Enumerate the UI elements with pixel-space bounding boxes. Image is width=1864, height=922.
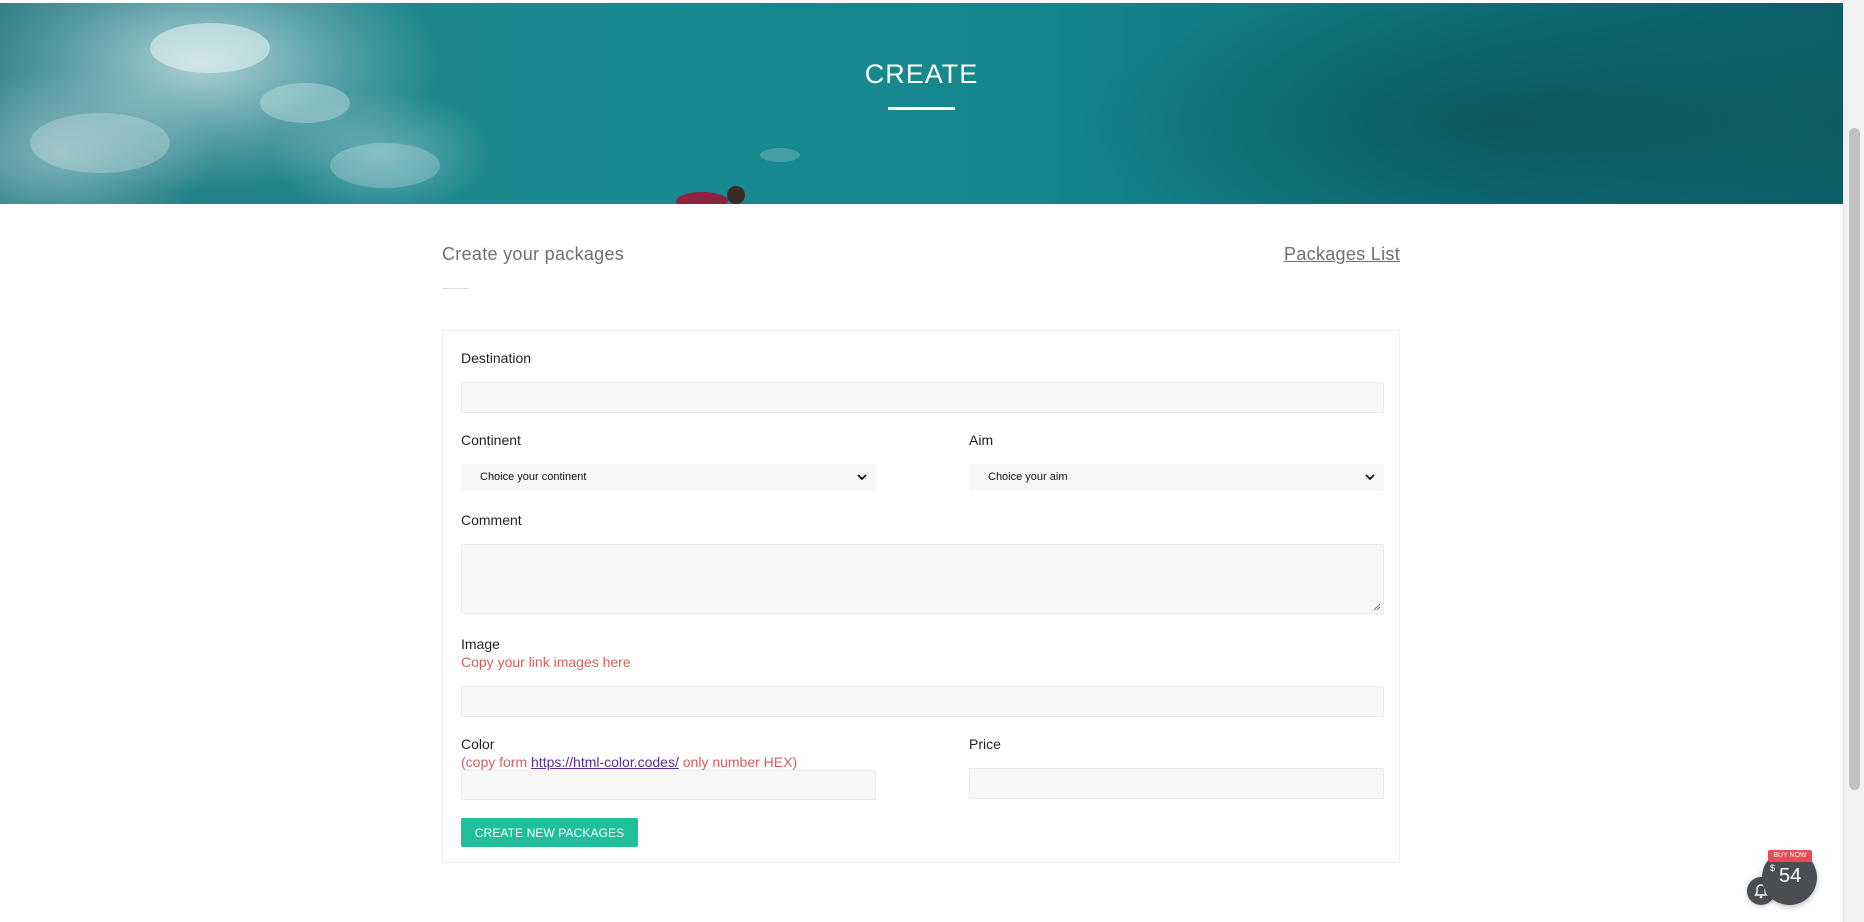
scrollbar-thumb[interactable] — [1849, 128, 1860, 790]
comment-label: Comment — [461, 512, 522, 528]
wave-spray — [30, 113, 170, 173]
image-input[interactable] — [461, 686, 1384, 717]
buy-now-badge[interactable]: BUY NOW — [1768, 850, 1812, 862]
page-title: CREATE — [864, 59, 979, 89]
resize-grip-icon[interactable] — [1372, 602, 1381, 611]
destination-input[interactable] — [461, 382, 1384, 413]
color-input[interactable] — [461, 770, 876, 800]
price-label: Price — [969, 736, 1001, 752]
image-label: Image — [461, 636, 500, 652]
hero-banner: CREATE — [0, 3, 1843, 204]
continent-selected-value: Choice your continent — [480, 471, 587, 483]
wave-spray — [330, 143, 440, 188]
color-hint: (copy form https://html-color.codes/ onl… — [461, 754, 797, 770]
image-hint: Copy your link images here — [461, 654, 631, 670]
comment-textarea[interactable] — [461, 544, 1384, 614]
html-color-codes-link[interactable]: https://html-color.codes/ — [531, 754, 679, 770]
wave-spray — [760, 148, 800, 162]
create-package-form: Destination Continent Choice your contin… — [442, 330, 1400, 863]
aim-select[interactable]: Choice your aim — [969, 464, 1384, 491]
chevron-down-icon — [1365, 474, 1375, 481]
color-label: Color — [461, 736, 495, 752]
section-header: Create your packages Packages List — [442, 244, 1400, 294]
destination-label: Destination — [461, 350, 532, 366]
create-packages-button[interactable]: CREATE NEW PACKAGES — [461, 818, 638, 847]
widget-price: 54 — [1779, 865, 1802, 887]
packages-list-link[interactable]: Packages List — [1284, 244, 1400, 265]
section-title: Create your packages — [442, 244, 625, 264]
aim-selected-value: Choice your aim — [988, 471, 1068, 483]
aim-label: Aim — [969, 432, 994, 448]
color-hint-suffix: only number HEX) — [678, 754, 798, 770]
color-hint-prefix: (copy form — [461, 754, 532, 770]
section-divider — [442, 288, 469, 289]
price-input[interactable] — [969, 768, 1384, 799]
title-underline — [888, 107, 955, 110]
surfer-image — [676, 186, 745, 204]
continent-select[interactable]: Choice your continent — [461, 464, 876, 491]
page-scrollbar[interactable] — [1843, 0, 1864, 922]
continent-label: Continent — [461, 432, 521, 448]
widget-currency: $ — [1770, 863, 1776, 873]
chevron-down-icon — [857, 474, 867, 481]
